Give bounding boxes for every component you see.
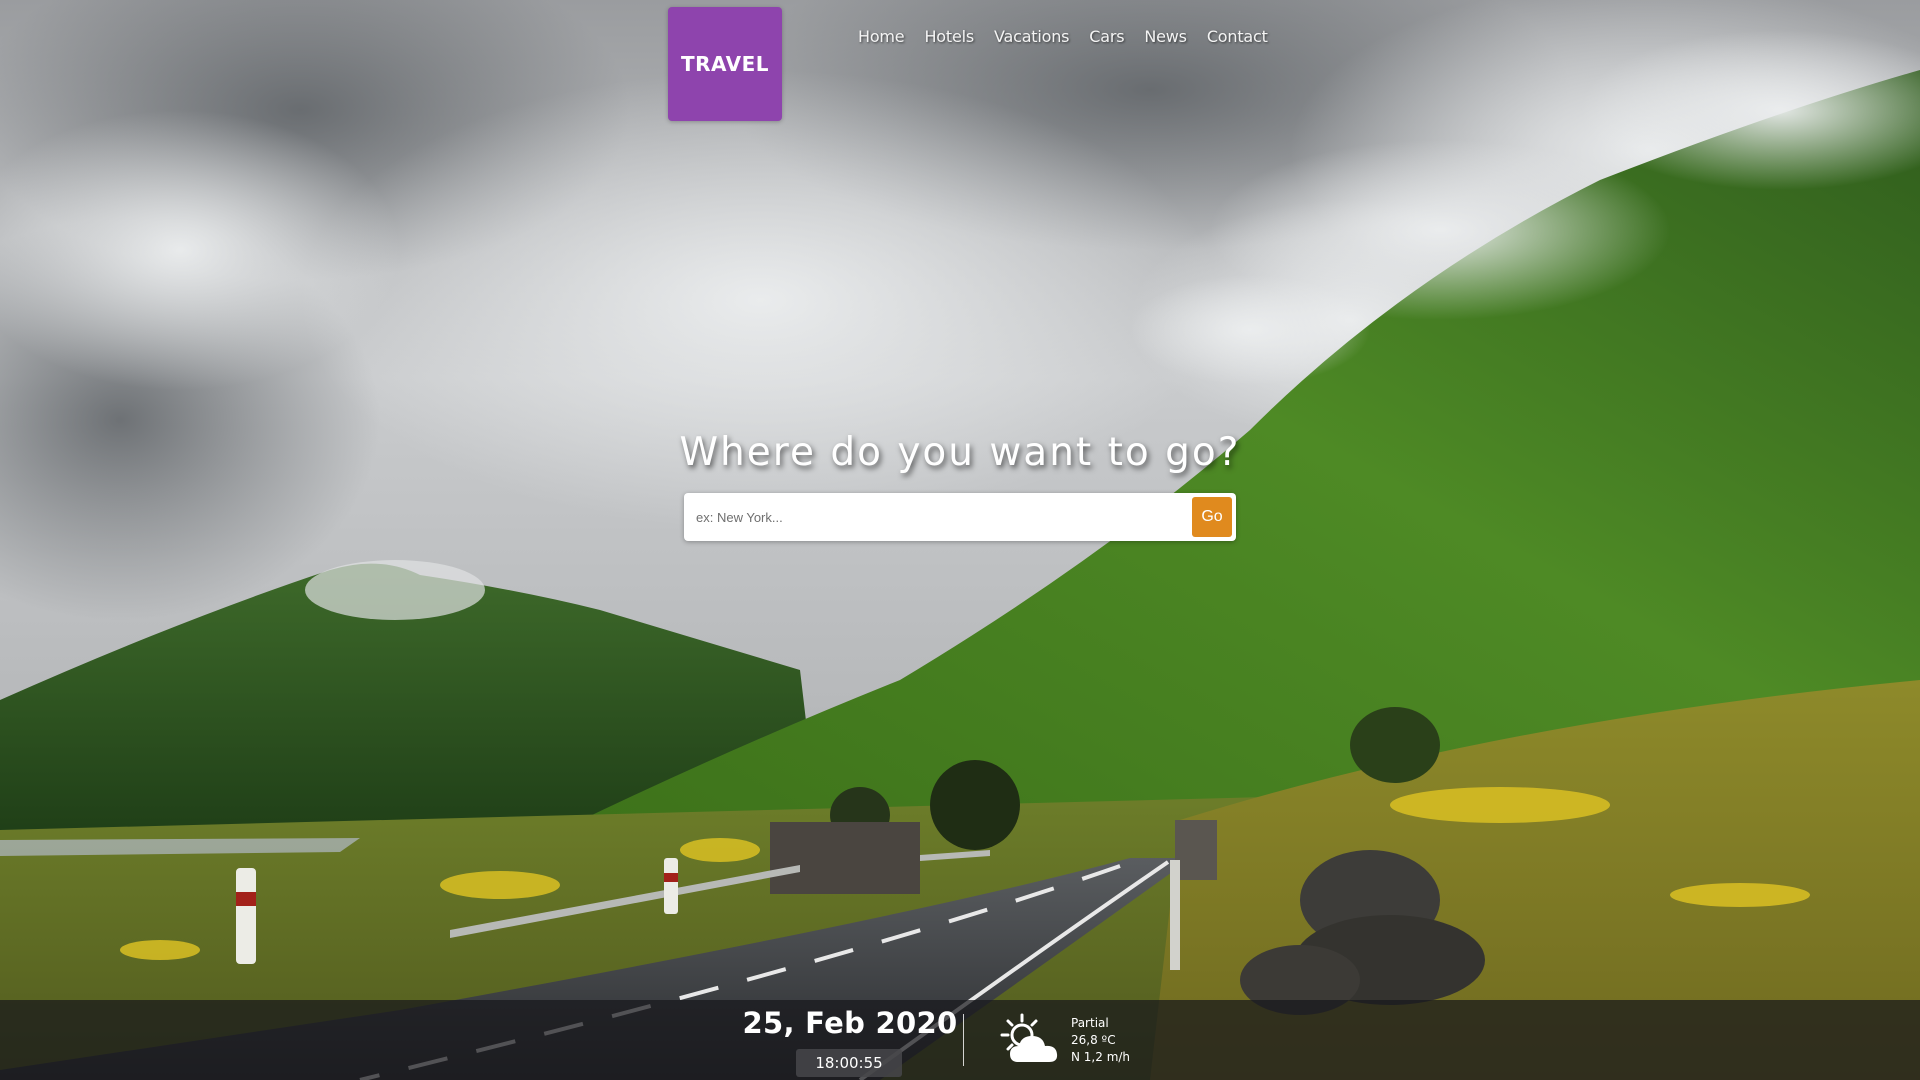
destination-search-input[interactable] bbox=[696, 501, 1166, 533]
info-divider bbox=[963, 1014, 964, 1066]
travel-home-page: TRAVEL Home Hotels Vacations Cars News C… bbox=[0, 0, 1920, 1080]
current-time: 18:00:55 bbox=[796, 1049, 902, 1077]
nav-link-hotels[interactable]: Hotels bbox=[924, 27, 974, 46]
logo-text: TRAVEL bbox=[680, 52, 770, 76]
hero-title: Where do you want to go? bbox=[679, 430, 1241, 475]
partly-cloudy-icon bbox=[1000, 1013, 1058, 1062]
nav-link-cars[interactable]: Cars bbox=[1089, 27, 1124, 46]
nav-item-hotels: Hotels bbox=[924, 27, 974, 46]
go-button[interactable]: Go bbox=[1192, 497, 1232, 537]
current-date: 25, Feb 2020 bbox=[742, 1006, 958, 1040]
nav-link-contact[interactable]: Contact bbox=[1207, 27, 1268, 46]
nav-link-news[interactable]: News bbox=[1144, 27, 1187, 46]
nav-item-cars: Cars bbox=[1089, 27, 1124, 46]
nav-link-home[interactable]: Home bbox=[858, 27, 905, 46]
search-box: Go bbox=[684, 493, 1236, 541]
nav-list: Home Hotels Vacations Cars News Contact bbox=[858, 27, 1268, 46]
nav-item-news: News bbox=[1144, 27, 1187, 46]
weather-wind: N 1,2 m/h bbox=[1071, 1050, 1131, 1064]
weather-condition: Partial bbox=[1071, 1016, 1109, 1030]
nav-link-vacations[interactable]: Vacations bbox=[994, 27, 1069, 46]
nav-item-contact: Contact bbox=[1207, 27, 1268, 46]
nav-item-home: Home bbox=[858, 27, 905, 46]
weather-details: Partial 26,8 ºC N 1,2 m/h bbox=[1071, 1015, 1130, 1066]
travel-logo[interactable]: TRAVEL bbox=[668, 7, 782, 121]
weather-temperature: 26,8 ºC bbox=[1071, 1033, 1116, 1047]
nav-item-vacations: Vacations bbox=[994, 27, 1069, 46]
